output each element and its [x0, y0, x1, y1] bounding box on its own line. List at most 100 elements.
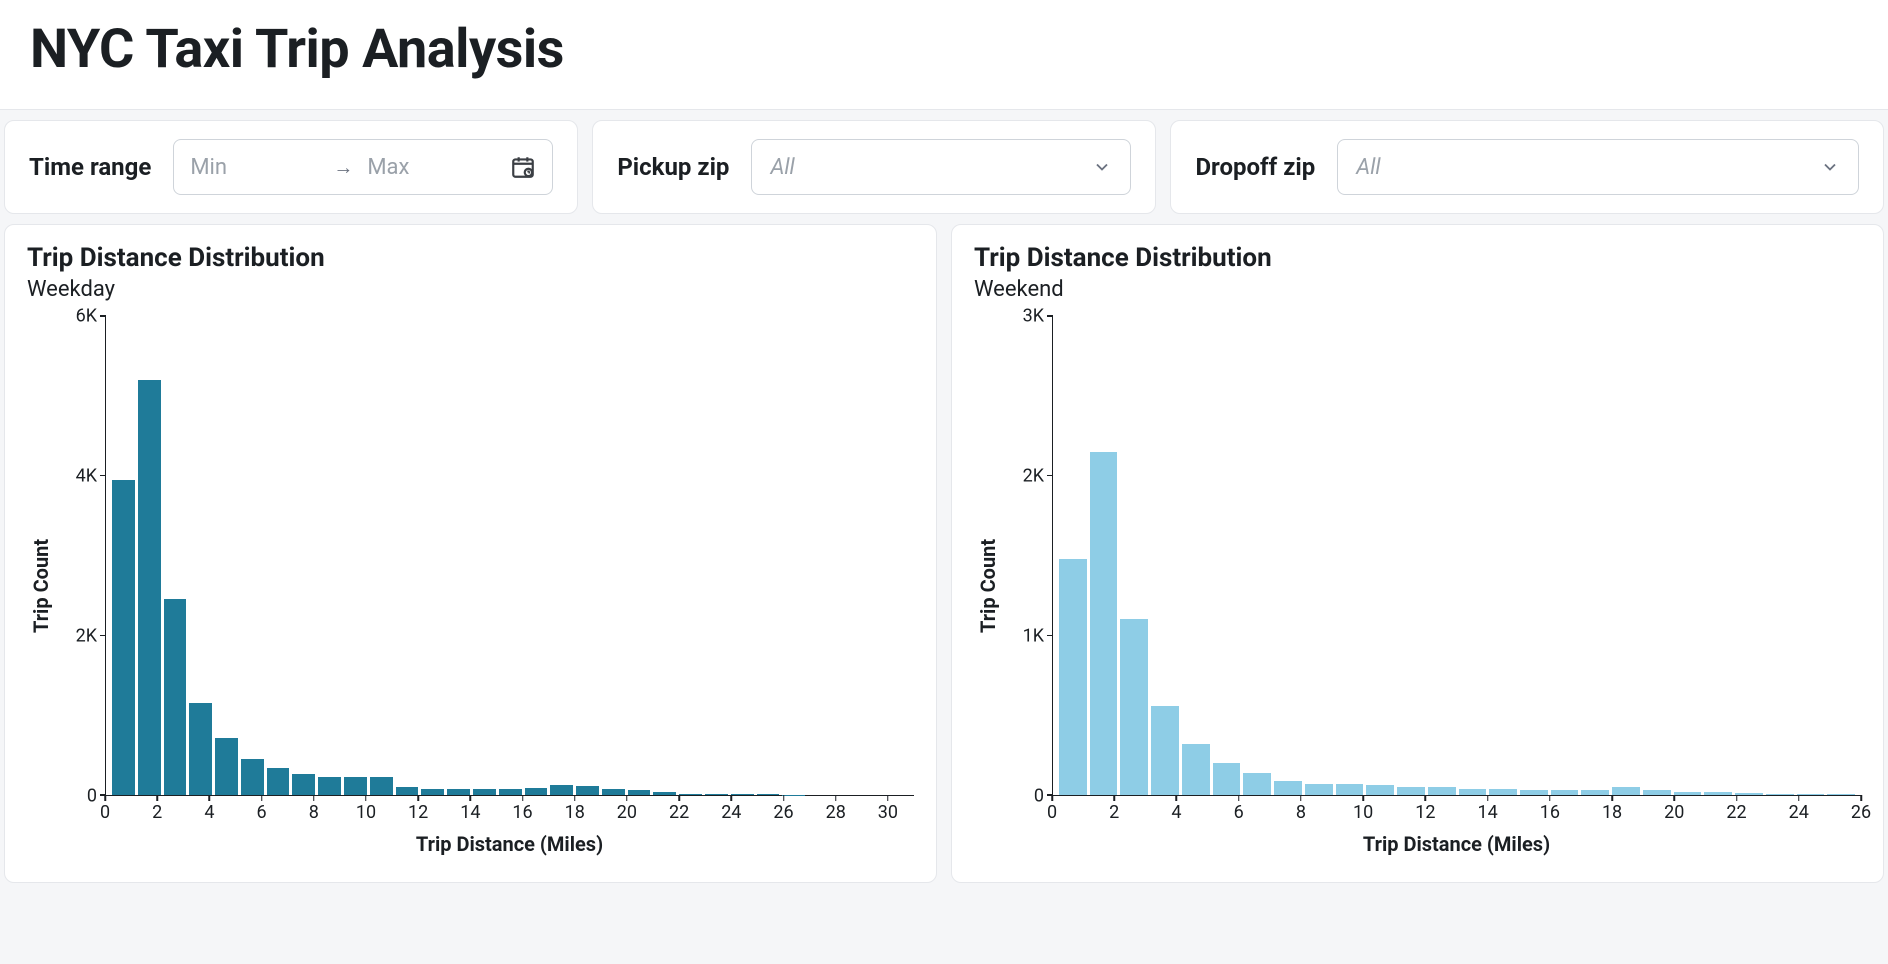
bar[interactable]	[1366, 785, 1394, 795]
calendar-icon	[510, 154, 536, 180]
dropoff-zip-value: All	[1356, 155, 1380, 180]
bar[interactable]	[215, 738, 238, 795]
bars	[106, 316, 914, 795]
x-tick-mark	[1736, 795, 1738, 801]
x-tick-mark	[1611, 795, 1613, 801]
bar[interactable]	[1274, 781, 1302, 795]
bar[interactable]	[1735, 793, 1763, 795]
pickup-zip-select[interactable]: All	[751, 139, 1131, 195]
x-tick-mark	[1051, 795, 1053, 801]
x-tick-label: 20	[1664, 802, 1684, 823]
bar[interactable]	[396, 787, 419, 795]
x-tick-mark	[1487, 795, 1489, 801]
x-tick-mark	[731, 795, 733, 801]
bar[interactable]	[1704, 792, 1732, 795]
bar[interactable]	[1612, 787, 1640, 795]
bars-frame	[1052, 316, 1861, 796]
chart-area: Trip Count 01K2K3K 024681012141618202224…	[974, 316, 1861, 856]
chart-subtitle: Weekday	[27, 277, 914, 302]
bar[interactable]	[653, 792, 676, 795]
x-tick-mark	[1860, 795, 1862, 801]
plot[interactable]: 01K2K3K	[1002, 316, 1861, 796]
chevron-down-icon	[1092, 157, 1112, 177]
bar[interactable]	[628, 790, 651, 795]
bar[interactable]	[473, 789, 496, 795]
x-tick-mark	[1362, 795, 1364, 801]
bar[interactable]	[1182, 744, 1210, 795]
bar[interactable]	[1243, 773, 1271, 795]
bar[interactable]	[344, 777, 367, 795]
bar[interactable]	[421, 789, 444, 795]
bar[interactable]	[1674, 792, 1702, 795]
bar[interactable]	[1428, 787, 1456, 795]
bar[interactable]	[318, 777, 341, 795]
bar[interactable]	[576, 786, 599, 795]
bar[interactable]	[731, 794, 754, 795]
filter-time-range-label: Time range	[29, 153, 151, 181]
bar[interactable]	[164, 599, 187, 795]
bar[interactable]	[370, 777, 393, 795]
bar[interactable]	[705, 794, 728, 795]
bar[interactable]	[550, 785, 573, 795]
x-tick-mark	[417, 795, 419, 801]
x-ticks: 024681012141618202224262830	[105, 796, 914, 830]
time-range-input[interactable]: Min → Max	[173, 139, 553, 195]
bar[interactable]	[1151, 706, 1179, 795]
y-ticks: 01K2K3K	[1002, 316, 1052, 796]
x-tick-mark	[261, 795, 263, 801]
x-tick-label: 6	[1234, 802, 1244, 823]
dropoff-zip-select[interactable]: All	[1337, 139, 1859, 195]
page-title: NYC Taxi Trip Analysis	[30, 18, 1858, 81]
bar[interactable]	[757, 794, 780, 795]
chart-card-weekend: Trip Distance Distribution Weekend Trip …	[951, 224, 1884, 883]
bar[interactable]	[138, 380, 161, 795]
bar[interactable]	[679, 794, 702, 795]
plot[interactable]: 02K4K6K	[55, 316, 914, 796]
bar[interactable]	[525, 788, 548, 795]
filter-time-range: Time range Min → Max	[4, 120, 578, 214]
bar[interactable]	[1305, 784, 1333, 795]
bar[interactable]	[1520, 790, 1548, 795]
x-tick-mark	[835, 795, 837, 801]
x-tick-mark	[522, 795, 524, 801]
x-tick-label: 24	[721, 802, 741, 823]
arrow-right-icon: →	[333, 155, 353, 180]
bar[interactable]	[241, 759, 264, 795]
bar[interactable]	[1581, 790, 1609, 795]
x-tick-mark	[678, 795, 680, 801]
bar[interactable]	[1551, 790, 1579, 795]
x-tick-label: 10	[356, 802, 376, 823]
bar[interactable]	[499, 789, 522, 795]
x-tick-mark	[574, 795, 576, 801]
bar[interactable]	[1090, 452, 1118, 795]
bar[interactable]	[1059, 559, 1087, 795]
x-axis-label: Trip Distance (Miles)	[1052, 832, 1861, 856]
bar[interactable]	[1120, 619, 1148, 795]
y-tick-mark	[100, 315, 106, 317]
x-tick-mark	[1238, 795, 1240, 801]
x-tick-label: 18	[565, 802, 585, 823]
bar[interactable]	[1489, 789, 1517, 795]
bar[interactable]	[1643, 790, 1671, 795]
bar[interactable]	[602, 789, 625, 795]
y-tick-label: 2K	[1023, 466, 1044, 487]
filters-row: Time range Min → Max Pickup zip All	[0, 110, 1888, 224]
x-tick-label: 22	[1726, 802, 1746, 823]
bar[interactable]	[1336, 784, 1364, 795]
bar[interactable]	[1459, 789, 1487, 795]
bar[interactable]	[292, 774, 315, 795]
bar[interactable]	[1766, 794, 1794, 795]
time-range-min: Min	[190, 155, 319, 180]
x-tick-mark	[313, 795, 315, 801]
bar[interactable]	[1827, 794, 1855, 795]
bar[interactable]	[447, 789, 470, 795]
y-tick-label: 6K	[76, 306, 97, 327]
bar[interactable]	[112, 480, 135, 795]
x-tick-label: 14	[460, 802, 480, 823]
bar[interactable]	[189, 703, 212, 795]
bar[interactable]	[1397, 787, 1425, 795]
x-tick-label: 20	[617, 802, 637, 823]
bar[interactable]	[1213, 763, 1241, 795]
bar[interactable]	[1797, 794, 1825, 795]
bar[interactable]	[267, 768, 290, 795]
